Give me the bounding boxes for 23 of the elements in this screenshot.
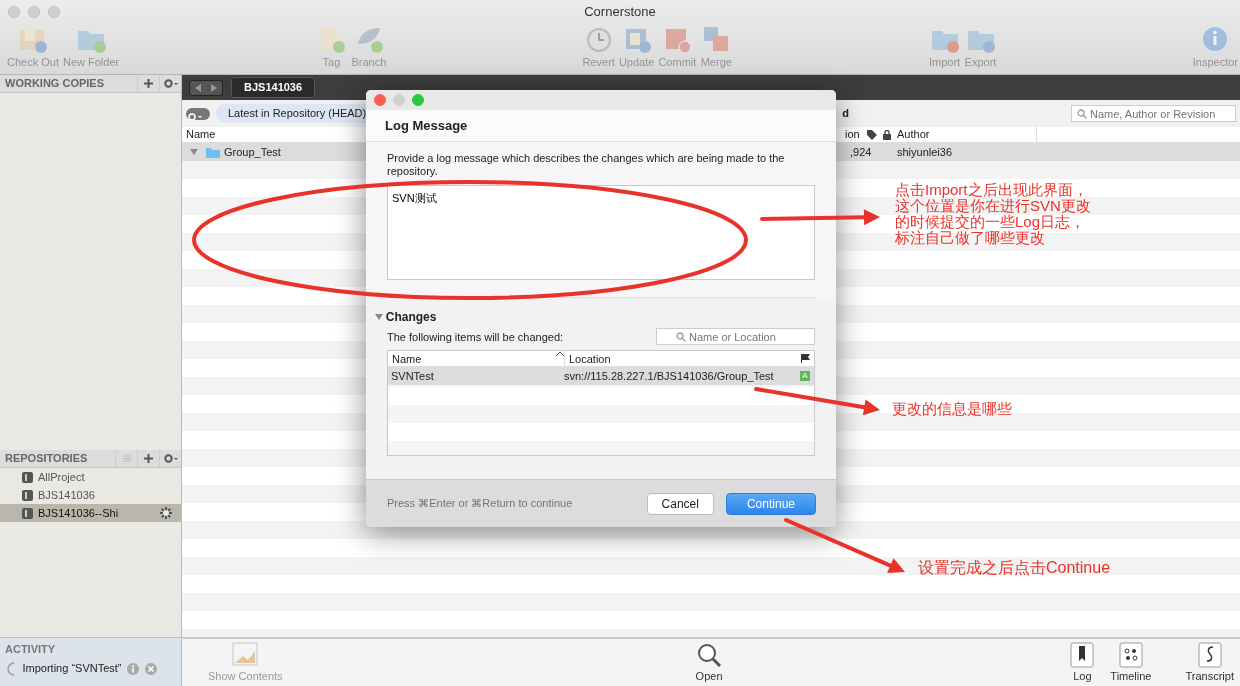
activity-task: Importing “SVNTest” (22, 661, 122, 677)
annotation-text: 点击Import之后出现此界面， 这个位置是你在进行SVN更改 的时候提交的一些Log日志， 标注自己做了哪些更改 (895, 182, 1091, 246)
annotation-text: 设置完成之后点击Continue (918, 560, 1111, 576)
hint-text: Press ⌘Enter or ⌘Return to continue (387, 496, 574, 512)
filter-text: d (842, 106, 849, 122)
status-badge: A (800, 371, 810, 382)
repository-name: BJS141036--Shi (38, 505, 120, 521)
dialog-title: Log Message (366, 110, 836, 142)
annotation-text: 更改的信息是哪些 (892, 401, 1012, 417)
item-location: svn://115.28.227.1/BJS141036/Group_Test (564, 369, 775, 385)
section-heading: REPOSITORIES (5, 451, 89, 467)
repository-name: AllProject (38, 469, 86, 485)
file-name: Group_Test (223, 144, 281, 160)
subtitle-text: The following items will be changed: (387, 329, 565, 345)
revision-number: ,924 (850, 144, 873, 160)
window-title: Cornerstone (583, 3, 657, 22)
column-label: Name (392, 351, 423, 367)
prompt-text: Provide a log message which describes the changes which are being made to the repository. (387, 152, 786, 179)
repository-name: BJS141036 (38, 487, 96, 503)
author-name: shiyunlei36 (897, 144, 954, 160)
section-heading: WORKING COPIES (5, 76, 105, 92)
item-name: SVNTest (390, 369, 435, 385)
activity-heading: ACTIVITY (5, 642, 57, 657)
